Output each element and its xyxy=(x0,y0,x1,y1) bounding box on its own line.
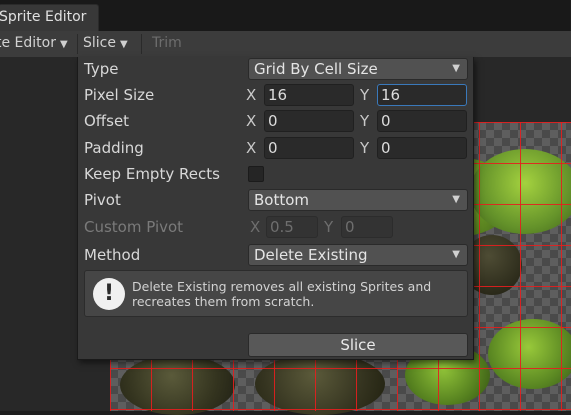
padding-label: Padding xyxy=(84,139,144,157)
custom-pivot-y-axis-label: Y xyxy=(324,218,334,236)
pixel-size-y-axis-label: Y xyxy=(360,86,370,104)
help-box: ! Delete Existing removes all existing S… xyxy=(84,270,468,317)
custom-pivot-label: Custom Pivot xyxy=(84,218,184,236)
keep-empty-rects-label: Keep Empty Rects xyxy=(84,165,220,183)
slice-popup: Type Grid By Cell Size ▼ Pixel Size X 16… xyxy=(77,57,474,360)
custom-pivot-x-input[interactable]: 0.5 xyxy=(266,216,318,238)
chevron-down-icon: ▼ xyxy=(60,39,68,50)
method-dropdown[interactable]: Delete Existing ▼ xyxy=(248,244,468,266)
custom-pivot-y-input[interactable]: 0 xyxy=(341,216,393,238)
pixel-size-label: Pixel Size xyxy=(84,86,155,104)
padding-x-input[interactable]: 0 xyxy=(264,137,354,159)
offset-x-input[interactable]: 0 xyxy=(264,110,354,132)
chevron-down-icon: ▼ xyxy=(452,194,460,205)
type-label: Type xyxy=(84,60,119,78)
pixel-size-y-input[interactable]: 16 xyxy=(377,84,467,106)
padding-x-axis-label: X xyxy=(246,139,257,157)
exclamation-icon: ! xyxy=(93,278,125,310)
padding-y-axis-label: Y xyxy=(360,139,370,157)
type-dropdown[interactable]: Grid By Cell Size ▼ xyxy=(248,58,468,80)
trim-button[interactable]: Trim xyxy=(152,31,182,57)
custom-pivot-x-axis-label: X xyxy=(250,218,261,236)
window-tab-bar: Sprite Editor xyxy=(0,0,570,32)
offset-x-axis-label: X xyxy=(246,112,257,130)
offset-label: Offset xyxy=(84,112,130,130)
method-label: Method xyxy=(84,246,141,264)
toolbar-divider xyxy=(141,34,142,54)
toolbar: te Editor ▼ Slice ▼ Trim xyxy=(0,31,571,58)
pivot-label: Pivot xyxy=(84,191,121,209)
toolbar-divider xyxy=(77,34,78,54)
keep-empty-rects-checkbox[interactable] xyxy=(248,166,264,182)
offset-y-input[interactable]: 0 xyxy=(377,110,467,132)
padding-y-input[interactable]: 0 xyxy=(377,137,467,159)
editor-mode-label: te Editor xyxy=(0,35,56,51)
slice-button[interactable]: Slice xyxy=(248,333,468,357)
slice-dropdown[interactable]: Slice ▼ xyxy=(83,31,128,57)
pixel-size-x-input[interactable]: 16 xyxy=(264,84,354,106)
help-message: Delete Existing removes all existing Spr… xyxy=(132,279,432,309)
chevron-down-icon: ▼ xyxy=(452,249,460,260)
method-value: Delete Existing xyxy=(254,246,368,264)
editor-mode-dropdown[interactable]: te Editor ▼ xyxy=(0,31,68,57)
type-value: Grid By Cell Size xyxy=(254,60,378,78)
pivot-value: Bottom xyxy=(254,191,310,209)
sprite-editor-tab[interactable]: Sprite Editor xyxy=(0,4,99,31)
pixel-size-x-axis-label: X xyxy=(246,86,257,104)
slice-menu-label: Slice xyxy=(83,35,116,51)
offset-y-axis-label: Y xyxy=(360,112,370,130)
pivot-dropdown[interactable]: Bottom ▼ xyxy=(248,189,468,211)
chevron-down-icon: ▼ xyxy=(452,63,460,74)
chevron-down-icon: ▼ xyxy=(119,39,128,50)
